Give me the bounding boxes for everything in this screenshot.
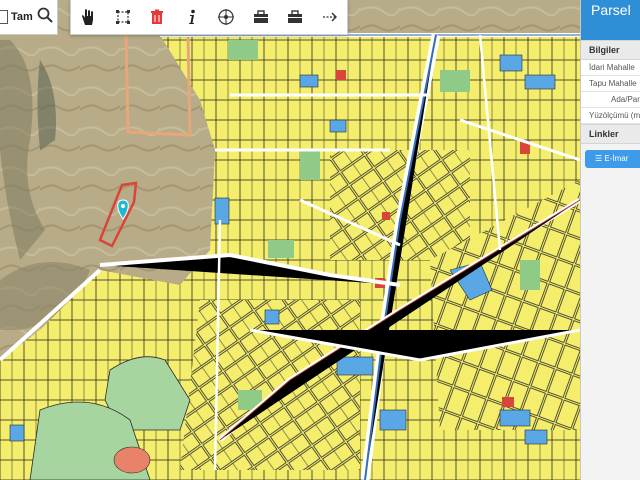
briefcase-icon[interactable] [248, 4, 274, 30]
search-box[interactable]: Tam [0, 0, 58, 35]
row-yuzolcumu: Yüzölçümü (m²) [581, 108, 640, 124]
section-bilgiler[interactable]: Bilgiler [581, 40, 640, 60]
parcel-info-panel: Parsel Bilgiler İdari Mahalle Tapu Mahal… [580, 0, 640, 480]
section-linkler[interactable]: Linkler [581, 124, 640, 144]
briefcase-icon[interactable] [282, 4, 308, 30]
select-area-icon[interactable] [110, 4, 136, 30]
pan-hand-icon[interactable] [75, 4, 101, 30]
row-ada-parsel: Ada/Parsel [581, 92, 640, 108]
arrow-right-icon[interactable] [317, 4, 343, 30]
crosshair-icon[interactable] [213, 4, 239, 30]
info-icon[interactable] [179, 4, 205, 30]
map-toolbar [70, 0, 348, 35]
panel-header-band [581, 20, 640, 40]
search-icon[interactable] [37, 7, 53, 28]
row-idari-mahalle: İdari Mahalle [581, 60, 640, 76]
search-mode-label: Tam [11, 11, 33, 23]
row-tapu-mahalle: Tapu Mahalle [581, 76, 640, 92]
delete-trash-icon[interactable] [144, 4, 170, 30]
panel-title: Parsel [581, 0, 640, 20]
zoning-map[interactable] [0, 0, 580, 480]
e-imar-button[interactable]: ☰ E-İmar [585, 150, 640, 168]
toggle-checkbox[interactable] [0, 10, 8, 24]
